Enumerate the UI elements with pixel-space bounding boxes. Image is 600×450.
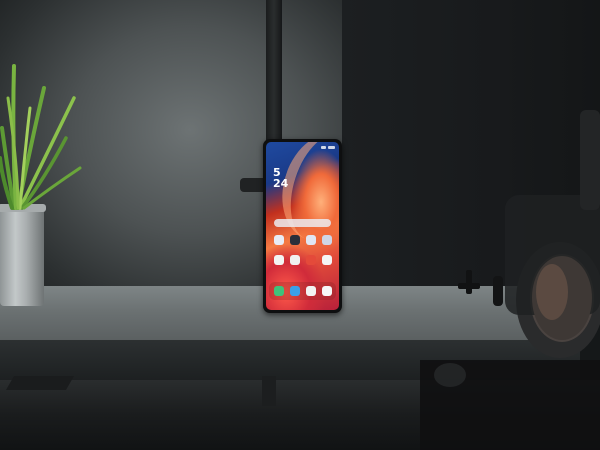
plant-icon [0,64,82,210]
lockscreen-clock: 5 24 [273,167,288,189]
app-icon[interactable] [322,255,332,265]
messages-app-icon[interactable] [290,286,300,296]
smartphone: 5 24 [263,139,342,313]
battery-icon [328,146,335,149]
plant-pot [0,206,44,306]
app-icon[interactable] [274,235,284,245]
search-bar[interactable] [274,219,331,227]
camera-lens-icon [505,195,600,358]
tripod-clip [458,270,480,294]
app-icon[interactable] [306,235,316,245]
app-icon[interactable] [306,255,316,265]
clock-minute: 24 [273,177,289,190]
camera-app-icon[interactable] [322,286,332,296]
app-icon[interactable] [274,255,284,265]
phone-screen: 5 24 [266,142,339,310]
browser-app-icon[interactable] [306,286,316,296]
phone-app-icon[interactable] [274,286,284,296]
signal-icon [321,146,326,149]
app-icon[interactable] [290,235,300,245]
camera-body [580,110,600,210]
photo-scene: 5 24 [0,0,600,450]
app-icon[interactable] [322,235,332,245]
app-icon[interactable] [290,255,300,265]
